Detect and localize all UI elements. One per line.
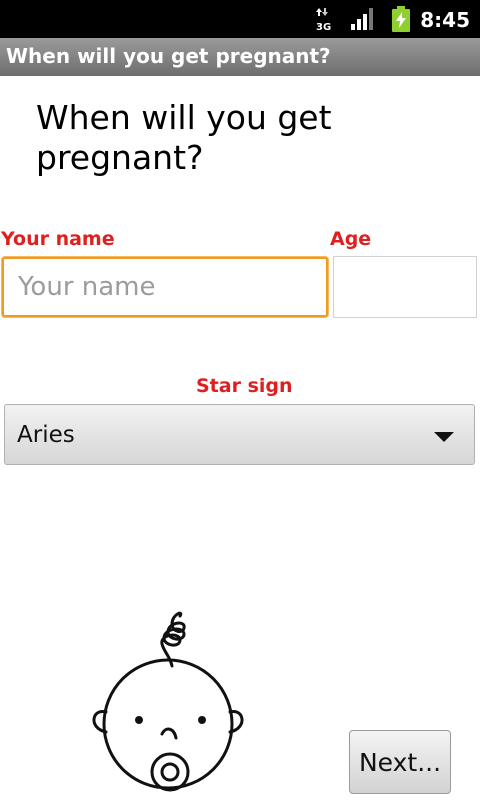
name-input[interactable]: [2, 257, 328, 317]
app-title: When will you get pregnant?: [6, 44, 331, 68]
baby-face-icon: [92, 611, 244, 792]
age-input[interactable]: [333, 256, 477, 318]
star-sign-dropdown[interactable]: Aries: [4, 404, 475, 465]
star-sign-label: Star sign: [196, 375, 293, 397]
status-bar: 3G 8:45: [0, 0, 480, 38]
network-3g-icon: 3G: [316, 8, 331, 32]
next-button[interactable]: Next...: [349, 730, 451, 794]
network-label: 3G: [316, 22, 331, 32]
name-label: Your name: [1, 228, 115, 250]
signal-strength-icon: [351, 8, 373, 30]
app-title-bar: When will you get pregnant?: [0, 38, 480, 76]
dropdown-arrow-icon: [434, 432, 454, 442]
page-heading: When will you get pregnant?: [36, 98, 332, 177]
battery-charging-icon: [392, 6, 410, 32]
status-time: 8:45: [420, 8, 470, 32]
age-label: Age: [330, 228, 372, 250]
star-sign-selected: Aries: [17, 422, 75, 448]
